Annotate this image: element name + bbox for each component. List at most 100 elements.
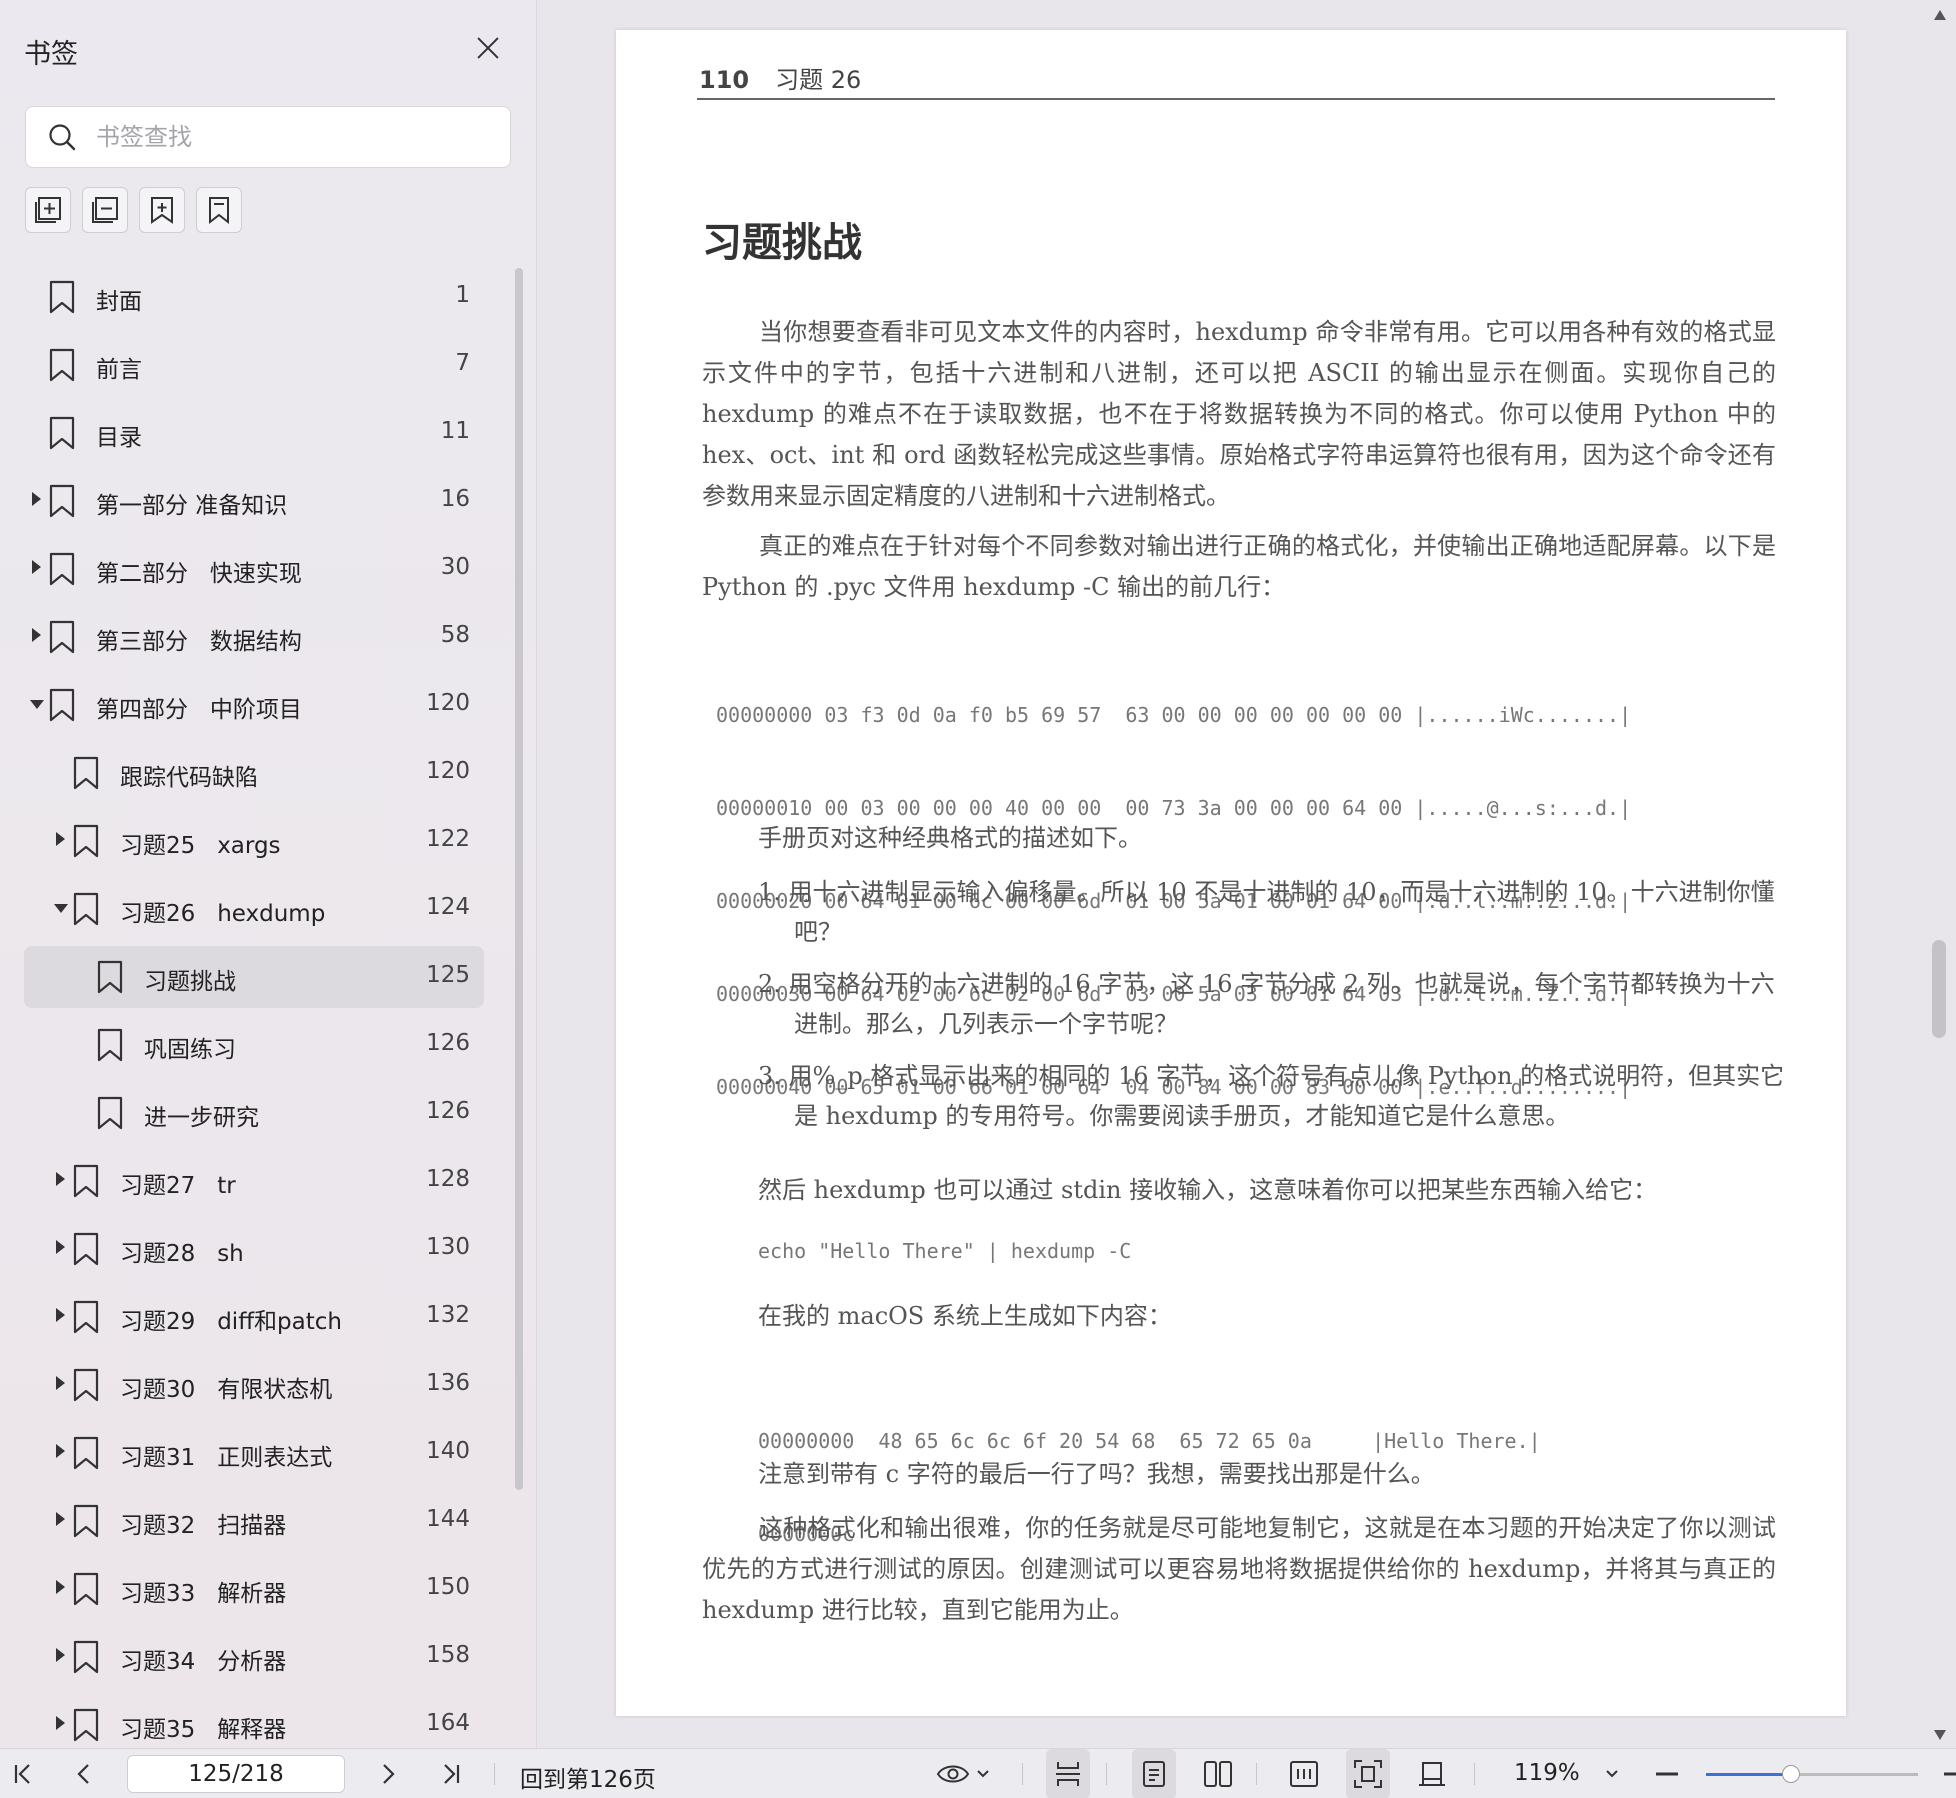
eye-icon[interactable] — [934, 1749, 994, 1798]
bookmark-page-number: 158 — [426, 1642, 470, 1668]
bookmark-item[interactable]: 习题33 解析器 150 — [0, 1554, 510, 1622]
bookmark-page-number: 130 — [426, 1234, 470, 1260]
expand-arrow-icon[interactable] — [56, 832, 65, 846]
page-view-icon[interactable] — [1410, 1749, 1454, 1798]
bookmark-label: 第二部分 快速实现 — [96, 561, 302, 587]
bookmark-page-number: 128 — [426, 1166, 470, 1192]
bottom-toolbar: 回到第126页 119% — [0, 1748, 1956, 1798]
bookmark-item[interactable]: 习题29 diff和patch 132 — [0, 1282, 510, 1350]
expand-all-icon[interactable] — [25, 187, 71, 233]
back-to-page-button[interactable]: 回到第126页 — [520, 1760, 656, 1794]
bookmark-icon — [48, 280, 76, 314]
bookmark-icon — [72, 824, 100, 858]
bookmark-item[interactable]: 封面 1 — [0, 262, 510, 330]
bookmark-page-number: 124 — [426, 894, 470, 920]
add-bookmark-icon[interactable] — [139, 187, 185, 233]
bookmark-item[interactable]: 习题25 xargs 122 — [0, 806, 510, 874]
bookmark-icon[interactable] — [196, 187, 242, 233]
search-input[interactable] — [96, 117, 486, 157]
next-page-icon[interactable] — [370, 1749, 406, 1798]
expand-arrow-icon[interactable] — [56, 1172, 65, 1186]
bookmark-page-number: 120 — [426, 758, 470, 784]
collapse-all-icon[interactable] — [82, 187, 128, 233]
divider — [1474, 1763, 1475, 1785]
bookmark-search-box[interactable] — [25, 106, 511, 168]
expand-arrow-icon[interactable] — [56, 1648, 65, 1662]
page-number-input[interactable] — [127, 1755, 345, 1793]
bookmark-label: 习题32 扫描器 — [120, 1513, 287, 1539]
bookmark-icon — [72, 1368, 100, 1402]
bookmark-item[interactable]: 第三部分 数据结构 58 — [0, 602, 510, 670]
sidebar-title: 书签 — [24, 39, 78, 70]
paragraph: 当你想要查看非可见文本文件的内容时，hexdump 命令非常有用。它可以用各种有… — [702, 318, 1776, 510]
collapse-arrow-icon[interactable] — [30, 700, 44, 709]
last-page-icon[interactable] — [432, 1749, 468, 1798]
bookmark-item[interactable]: 第一部分 准备知识 16 — [0, 466, 510, 534]
bookmark-item[interactable]: 前言 7 — [0, 330, 510, 398]
bookmark-page-number: 1 — [455, 282, 470, 308]
zoom-slider-knob[interactable] — [1781, 1765, 1800, 1783]
fit-width-icon[interactable] — [1282, 1749, 1326, 1798]
expand-arrow-icon[interactable] — [56, 1444, 65, 1458]
bookmark-item[interactable]: 习题34 分析器 158 — [0, 1622, 510, 1690]
bookmark-item[interactable]: 巩固练习 126 — [0, 1010, 510, 1078]
two-page-icon[interactable] — [1196, 1749, 1240, 1798]
zoom-slider[interactable] — [1706, 1765, 1918, 1783]
bookmark-item[interactable]: 习题30 有限状态机 136 — [0, 1350, 510, 1418]
page-number: 110 — [699, 66, 750, 94]
bookmark-page-number: 126 — [426, 1030, 470, 1056]
document-scrollbar[interactable] — [1932, 940, 1946, 1038]
expand-arrow-icon[interactable] — [56, 1716, 65, 1730]
bookmark-toolbar — [25, 187, 242, 233]
bookmark-page-number: 58 — [440, 622, 470, 648]
scroll-up-icon[interactable] — [1934, 10, 1946, 20]
bookmark-item[interactable]: 习题31 正则表达式 140 — [0, 1418, 510, 1486]
expand-arrow-icon[interactable] — [56, 1376, 65, 1390]
bookmark-item[interactable]: 第二部分 快速实现 30 — [0, 534, 510, 602]
expand-arrow-icon[interactable] — [56, 1240, 65, 1254]
prev-page-icon[interactable] — [66, 1749, 102, 1798]
first-page-icon[interactable] — [6, 1749, 42, 1798]
single-page-icon[interactable] — [1132, 1749, 1176, 1798]
expand-arrow-icon[interactable] — [56, 1580, 65, 1594]
expand-arrow-icon[interactable] — [32, 628, 41, 642]
bookmark-item[interactable]: 习题26 hexdump 124 — [0, 874, 510, 942]
bookmark-page-number: 125 — [426, 962, 470, 988]
expand-arrow-icon[interactable] — [56, 1308, 65, 1322]
expand-arrow-icon[interactable] — [32, 492, 41, 506]
paragraph: 真正的难点在于针对每个不同参数对输出进行正确的格式化，并使输出正确地适配屏幕。以… — [702, 532, 1776, 601]
section-heading: 习题挑战 — [702, 219, 862, 266]
bookmark-item[interactable]: 习题27 tr 128 — [0, 1146, 510, 1214]
zoom-slider-fill — [1706, 1773, 1791, 1776]
bookmark-label: 跟踪代码缺陷 — [120, 765, 258, 791]
bookmark-label: 巩固练习 — [144, 1037, 236, 1063]
bookmark-icon — [72, 1504, 100, 1538]
zoom-level[interactable]: 119% — [1514, 1760, 1580, 1786]
scroll-down-icon[interactable] — [1934, 1730, 1946, 1740]
zoom-out-icon[interactable] — [1652, 1749, 1682, 1798]
bookmark-item[interactable]: 习题挑战 125 — [0, 942, 510, 1010]
bookmark-icon — [72, 1640, 100, 1674]
collapse-arrow-icon[interactable] — [54, 904, 68, 913]
bookmark-page-number: 132 — [426, 1302, 470, 1328]
bookmark-label: 第三部分 数据结构 — [96, 629, 302, 655]
bookmark-page-number: 140 — [426, 1438, 470, 1464]
bookmark-page-number: 11 — [440, 418, 470, 444]
bookmark-label: 习题28 sh — [120, 1241, 244, 1267]
bookmark-item[interactable]: 习题28 sh 130 — [0, 1214, 510, 1282]
expand-arrow-icon[interactable] — [56, 1512, 65, 1526]
bookmark-label: 第一部分 准备知识 — [96, 493, 288, 519]
sidebar-scrollbar[interactable] — [515, 268, 523, 1490]
fit-page-icon[interactable] — [1346, 1749, 1390, 1798]
expand-arrow-icon[interactable] — [32, 560, 41, 574]
chevron-down-icon[interactable] — [1598, 1749, 1626, 1798]
bookmark-item[interactable]: 习题32 扫描器 144 — [0, 1486, 510, 1554]
zoom-in-icon[interactable] — [1938, 1749, 1956, 1798]
stdin-line: 然后 hexdump 也可以通过 stdin 接收输入，这意味着你可以把某些东西… — [758, 1176, 1658, 1204]
bookmark-item[interactable]: 目录 11 — [0, 398, 510, 466]
close-icon[interactable] — [470, 30, 506, 66]
continuous-scroll-icon[interactable] — [1046, 1749, 1090, 1798]
bookmark-item[interactable]: 第四部分 中阶项目 120 — [0, 670, 510, 738]
bookmark-item[interactable]: 进一步研究 126 — [0, 1078, 510, 1146]
bookmark-item[interactable]: 跟踪代码缺陷 120 — [0, 738, 510, 806]
